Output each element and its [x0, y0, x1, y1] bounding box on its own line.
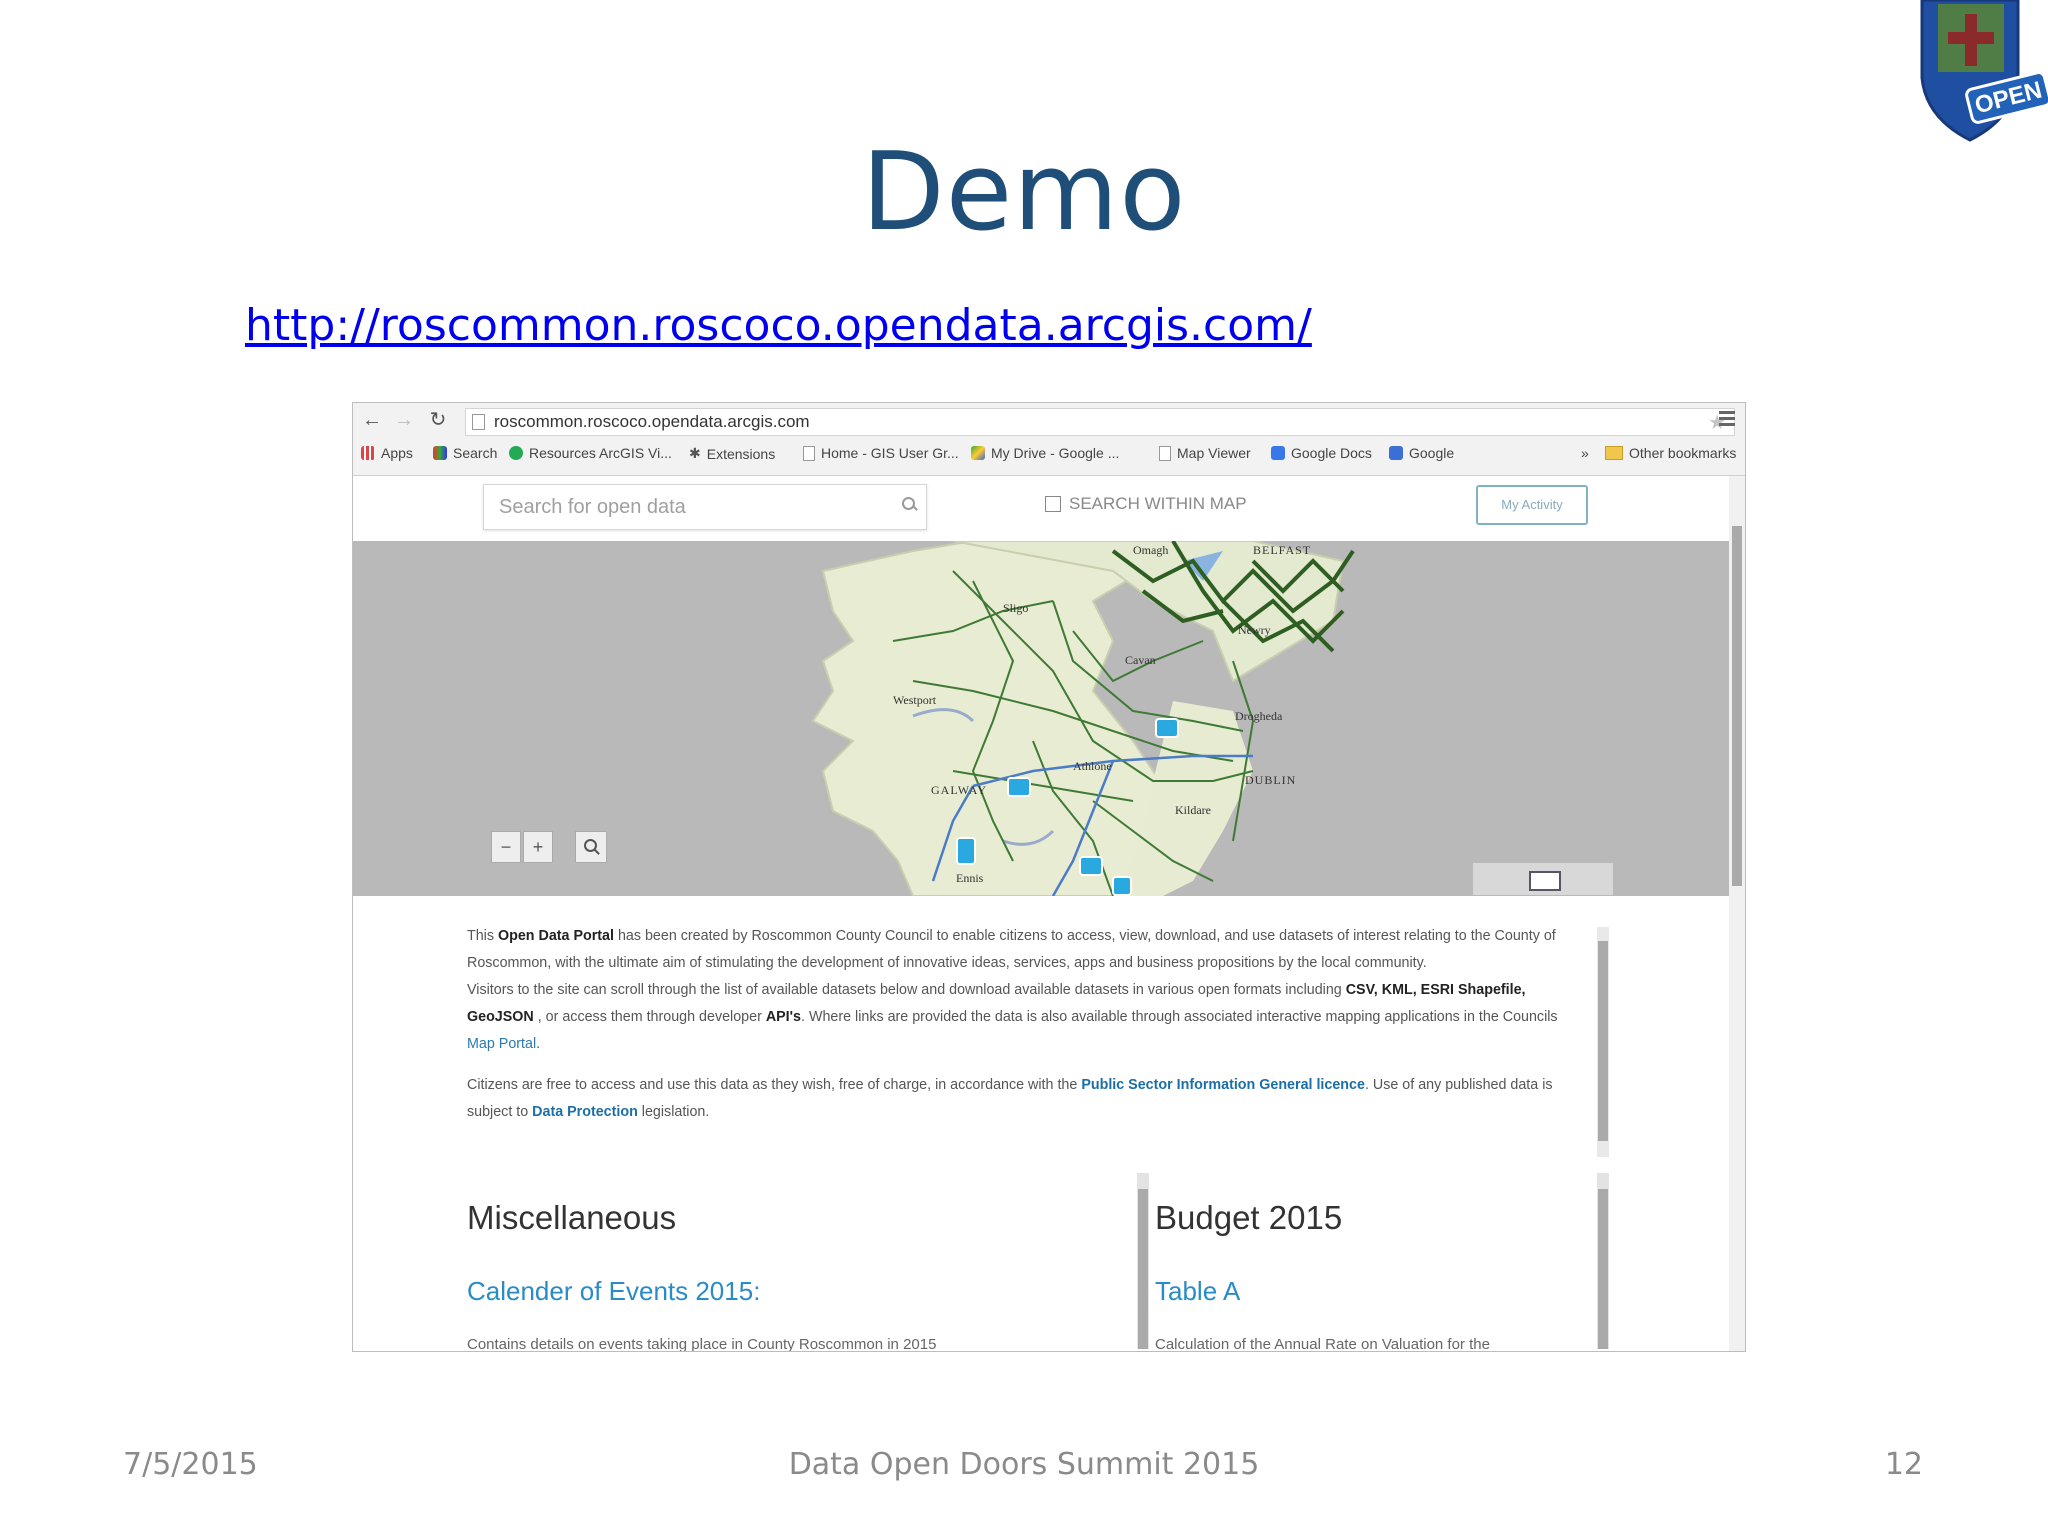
bookmark-google[interactable]: Google	[1389, 445, 1454, 461]
map-label: DUBLIN	[1245, 773, 1297, 787]
footer-title: Data Open Doors Summit 2015	[788, 1447, 1260, 1482]
reload-icon[interactable]: ↻	[427, 409, 449, 431]
map-canvas	[811, 541, 1355, 896]
slide-title: Demo	[861, 130, 1187, 255]
psi-licence-link[interactable]: Public Sector Information General licenc…	[1081, 1077, 1365, 1093]
map-search-icon[interactable]	[575, 831, 607, 863]
address-url: roscommon.roscoco.opendata.arcgis.com	[494, 412, 810, 431]
bookmarks-overflow[interactable]: »	[1581, 445, 1589, 461]
intro-paragraph-2: Visitors to the site can scroll through …	[467, 982, 1558, 1052]
docs-icon	[1271, 446, 1285, 460]
puzzle-icon: ✱	[689, 445, 701, 461]
county-open-logo: OPEN	[1918, 0, 2048, 145]
intro-scrollbar[interactable]	[1597, 927, 1609, 1157]
map-label: Westport	[893, 693, 937, 707]
bookmark-other[interactable]: Other bookmarks	[1605, 445, 1736, 461]
map-label: Omagh	[1133, 543, 1169, 557]
back-icon[interactable]: ←	[361, 409, 383, 431]
intro-paragraph-3: Citizens are free to access and use this…	[467, 1077, 1553, 1120]
bookmark-map-viewer[interactable]: Map Viewer	[1159, 445, 1251, 461]
portal-intro: This Open Data Portal has been created b…	[467, 923, 1579, 1140]
page-scrollbar[interactable]	[1729, 476, 1745, 1351]
zoom-controls: − +	[491, 831, 553, 863]
map-label: Ennis	[956, 871, 984, 885]
forward-icon[interactable]: →	[393, 409, 415, 431]
globe-icon	[509, 446, 523, 460]
apps-grid-icon	[361, 446, 375, 460]
page-icon	[1159, 445, 1171, 461]
browser-menu-icon[interactable]	[1719, 411, 1735, 427]
folder-icon	[1605, 446, 1623, 460]
map-label: Cavan	[1125, 653, 1156, 667]
intro-paragraph-1: This Open Data Portal has been created b…	[467, 928, 1556, 971]
left-column-scrollbar[interactable]	[1137, 1173, 1149, 1349]
search-bookmark-icon	[433, 446, 447, 460]
map-label: GALWAY	[931, 783, 987, 797]
checkbox[interactable]	[1045, 496, 1061, 512]
bookmark-apps[interactable]: Apps	[361, 445, 413, 461]
map-label: BELFAST	[1253, 543, 1312, 557]
zoom-out-button[interactable]: −	[491, 831, 521, 863]
table-a-link[interactable]: Table A	[1155, 1276, 1240, 1307]
browser-screenshot: ← → ↻ roscommon.roscoco.opendata.arcgis.…	[352, 402, 1746, 1352]
bookmarks-bar: Apps Search Resources ArcGIS Vi... ✱ Exte…	[359, 443, 1739, 469]
section-title-miscellaneous: Miscellaneous	[467, 1199, 677, 1236]
search-within-map-toggle[interactable]: SEARCH WITHIN MAP	[1045, 494, 1247, 514]
bookmark-resources[interactable]: Resources ArcGIS Vi...	[509, 445, 672, 461]
search-placeholder: Search for open data	[499, 496, 686, 518]
map-label: Newry	[1238, 623, 1271, 637]
zoom-in-button[interactable]: +	[523, 831, 553, 863]
map-label: Drogheda	[1235, 709, 1283, 723]
browser-chrome: ← → ↻ roscommon.roscoco.opendata.arcgis.…	[353, 403, 1745, 476]
calendar-events-link[interactable]: Calender of Events 2015:	[467, 1276, 760, 1307]
calendar-events-description: Contains details on events taking place …	[467, 1336, 937, 1352]
bookmark-home-gis[interactable]: Home - GIS User Gr...	[803, 445, 959, 461]
data-protection-link[interactable]: Data Protection	[532, 1104, 638, 1120]
map-portal-link[interactable]: Map Portal	[467, 1036, 536, 1052]
portal-url-link[interactable]: http://roscommon.roscoco.opendata.arcgis…	[245, 300, 1312, 351]
bookmark-search[interactable]: Search	[433, 445, 497, 461]
basemap-toggle[interactable]	[1473, 863, 1613, 895]
map-label: Kildare	[1175, 803, 1211, 817]
page-icon	[472, 414, 485, 430]
drive-icon	[971, 446, 985, 460]
google-icon	[1389, 446, 1403, 460]
search-input[interactable]: Search for open data	[483, 484, 927, 530]
portal-header: Search for open data SEARCH WITHIN MAP M…	[353, 476, 1729, 543]
footer-page-number: 12	[1884, 1447, 1923, 1482]
my-activity-button[interactable]: My Activity	[1476, 485, 1588, 525]
map-label: Athlone	[1073, 759, 1112, 773]
map-label: Sligo	[1003, 601, 1029, 615]
bookmark-google-docs[interactable]: Google Docs	[1271, 445, 1372, 461]
section-title-budget: Budget 2015	[1155, 1199, 1343, 1236]
page-icon	[803, 445, 815, 461]
map-view[interactable]: BELFAST Omagh Sligo Newry Cavan Westport…	[353, 541, 1729, 896]
basemap-icon	[1529, 871, 1561, 891]
table-a-description: Calculation of the Annual Rate on Valuat…	[1155, 1336, 1490, 1352]
bookmark-my-drive[interactable]: My Drive - Google ...	[971, 445, 1119, 461]
search-icon[interactable]	[902, 497, 918, 511]
address-bar[interactable]: roscommon.roscoco.opendata.arcgis.com ★	[465, 408, 1735, 436]
right-column-scrollbar[interactable]	[1597, 1173, 1609, 1349]
bookmark-extensions[interactable]: ✱ Extensions	[689, 445, 775, 462]
